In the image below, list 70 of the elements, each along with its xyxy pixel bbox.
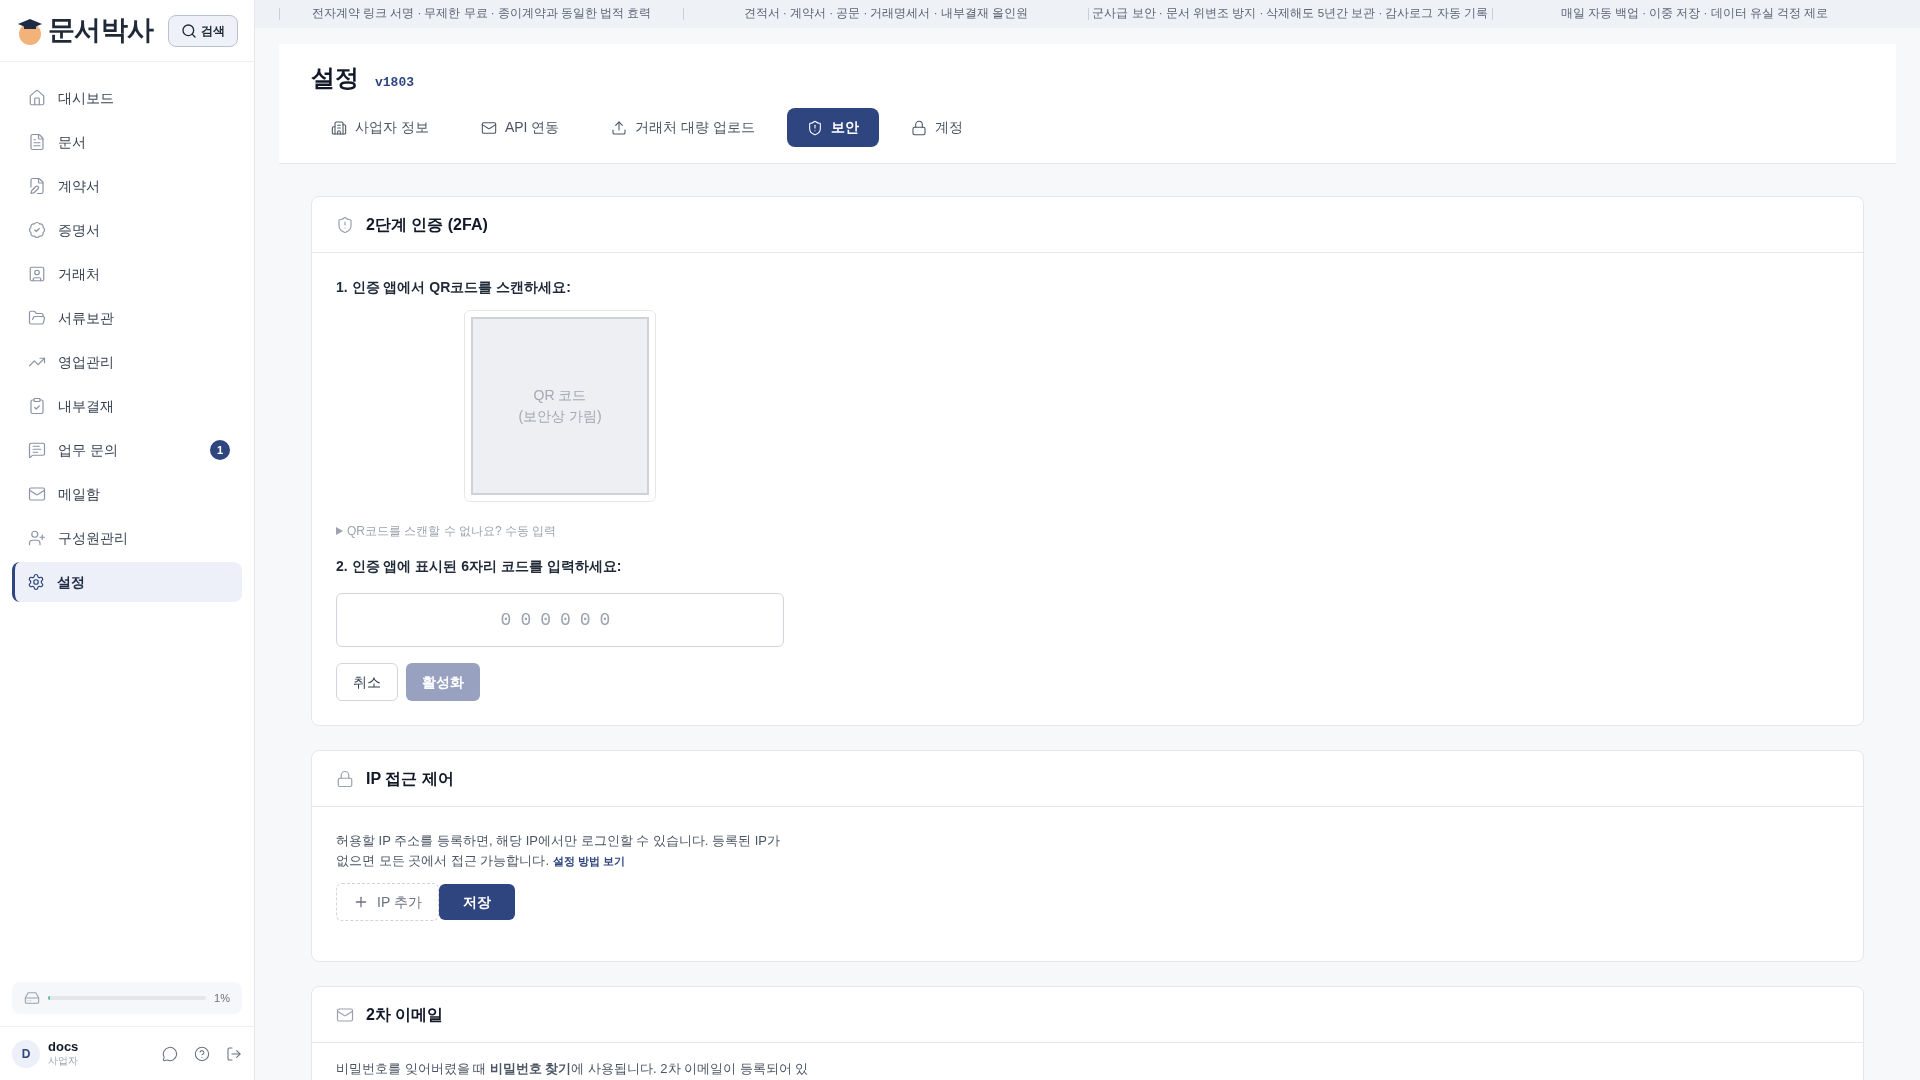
lock-icon	[911, 119, 928, 136]
message-icon	[28, 441, 46, 459]
sidebar-item[interactable]: 대시보드	[12, 78, 242, 118]
announcement-text: 매일 자동 백업 · 이중 저장 · 데이터 유실 걱정 제로	[1559, 6, 1830, 22]
user-avatar: D	[12, 1039, 40, 1068]
document-pen-icon	[28, 177, 46, 195]
sidebar-item[interactable]: 업무 문의 1	[12, 430, 242, 470]
sidebar-item[interactable]: 메일함	[12, 474, 242, 514]
user-plus-icon	[28, 529, 46, 547]
mail-icon	[480, 119, 497, 136]
page-title: 설정	[311, 63, 359, 93]
sidebar-item[interactable]: 거래처	[12, 254, 242, 294]
add-ip-button[interactable]: IP 추가	[336, 883, 439, 921]
folder-icon	[28, 309, 46, 327]
upload-icon	[611, 119, 628, 136]
document-icon	[28, 133, 46, 151]
drive-icon	[24, 990, 40, 1006]
chat-icon[interactable]	[162, 1045, 178, 1062]
tab[interactable]: 계정	[891, 108, 984, 147]
clipboard-check-icon	[28, 397, 46, 415]
count-badge: 1	[210, 440, 230, 460]
mail-icon	[28, 485, 46, 503]
contact-card-icon	[28, 265, 46, 283]
sidebar-item[interactable]: 증명서	[12, 210, 242, 250]
triangle-icon	[336, 527, 343, 535]
qr-placeholder-text: QR 코드	[533, 386, 587, 405]
sidebar-item[interactable]: 문서	[12, 122, 242, 162]
settings-icon	[27, 573, 45, 591]
code-input[interactable]: 000000	[336, 593, 784, 647]
announcement-text: 견적서 · 계약서 · 공문 · 거래명세서 · 내부결재 올인원	[742, 6, 1029, 22]
mail-icon	[336, 1005, 354, 1024]
step-label: 2. 인증 앱에 표시된 6자리 코드를 입력하세요:	[336, 557, 623, 576]
shield-icon	[807, 119, 824, 136]
user-name: docs	[48, 1039, 80, 1056]
sidebar-item[interactable]: 영업관리	[12, 342, 242, 382]
tab[interactable]: 거래처 대량 업로드	[591, 108, 776, 147]
lock-icon	[336, 769, 354, 788]
sidebar-item[interactable]: 구성원관리	[12, 518, 242, 558]
search-icon	[181, 22, 197, 39]
sidebar-item[interactable]: 내부결재	[12, 386, 242, 426]
plus-icon	[353, 894, 369, 910]
setup-guide-link[interactable]: 설정 방법 보기	[552, 855, 625, 867]
shield-icon	[336, 215, 354, 234]
announcement-text: 전자계약 링크 서명 · 무제한 무료 · 종이계약과 동일한 법적 효력	[310, 6, 653, 22]
sidebar-item[interactable]: 서류보관	[12, 298, 242, 338]
sidebar-item[interactable]: 계약서	[12, 166, 242, 206]
tab[interactable]: 보안	[787, 108, 880, 147]
card-title: 2단계 인증 (2FA)	[366, 214, 488, 235]
announcement-text: 군사급 보안 · 문서 위변조 방지 · 삭제해도 5년간 보관 · 감사로그 자동 기록	[1091, 6, 1489, 22]
card-title: 2차 이메일	[366, 1004, 444, 1025]
logout-icon[interactable]	[226, 1045, 242, 1062]
building-icon	[331, 119, 347, 136]
step-label: 1. 인증 앱에서 QR코드를 스캔하세요:	[336, 278, 572, 297]
tab[interactable]: 사업자 정보	[311, 108, 449, 147]
cancel-button[interactable]: 취소	[336, 663, 398, 701]
email-description: 비밀번호를 잊어버렸을 때 비밀번호 찾기에 사용됩니다. 2차 이메일이 등록되어 있	[336, 1060, 810, 1078]
storage-reading: 1%	[214, 990, 230, 1006]
sidebar-item[interactable]: 설정	[12, 562, 242, 602]
tab[interactable]: API 연동	[460, 108, 580, 147]
version-label: v1803	[375, 74, 414, 92]
search-button[interactable]: 검색	[168, 14, 238, 47]
logo-text: 문서박사	[48, 14, 154, 48]
card-title: IP 접근 제어	[366, 768, 454, 789]
qr-placeholder-text: (보안상 가림)	[518, 407, 602, 426]
badge-check-icon	[28, 221, 46, 239]
home-icon	[28, 89, 46, 107]
help-icon[interactable]	[194, 1045, 210, 1062]
ip-description: 허용할 IP 주소를 등록하면, 해당 IP에서만 로그인할 수 있습니다. 등록된 IP가 없으면 모든 곳에서 접근 가능합니다. 설정 방법 보기	[336, 832, 781, 870]
user-role: 사업자	[48, 1055, 79, 1068]
save-button[interactable]: 저장	[438, 884, 515, 920]
